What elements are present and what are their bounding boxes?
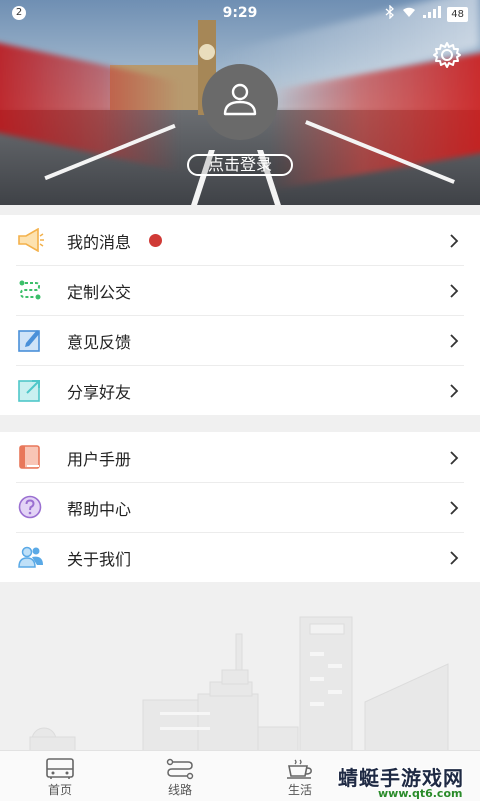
- menu-item-user-manual[interactable]: 用户手册: [0, 432, 480, 482]
- gear-icon: [432, 42, 462, 74]
- menu-item-label: 帮助中心: [67, 500, 132, 519]
- bus-icon: [46, 758, 74, 780]
- site-watermark: 蜻蜓手游戏网 www.qt6.com: [338, 762, 480, 800]
- settings-button[interactable]: [432, 40, 462, 70]
- tab-life[interactable]: 生活: [260, 751, 340, 801]
- city-skyline-illustration: [0, 582, 480, 753]
- menu-item-custom-bus[interactable]: 定制公交: [0, 265, 480, 315]
- menu-item-my-messages[interactable]: 我的消息: [0, 215, 480, 265]
- chevron-right-icon: [449, 500, 459, 519]
- menu-item-label: 定制公交: [67, 283, 132, 302]
- login-button[interactable]: 点击登录: [187, 154, 293, 176]
- tab-routes[interactable]: 线路: [140, 751, 220, 801]
- bluetooth-icon: [385, 4, 395, 23]
- tab-home[interactable]: 首页: [20, 751, 100, 801]
- chevron-right-icon: [449, 550, 459, 569]
- header-banner: 2 9:29 48 点击登录: [0, 0, 480, 205]
- route-icon: [18, 278, 42, 302]
- unread-dot: [149, 234, 162, 247]
- status-icons: 48: [385, 4, 468, 23]
- tab-label: 生活: [287, 783, 312, 797]
- battery-level: 48: [447, 6, 468, 22]
- help-question-icon: [18, 495, 42, 519]
- line-route-icon: [166, 758, 194, 780]
- tab-label: 线路: [167, 783, 192, 797]
- banner-clock-face: [199, 44, 215, 60]
- menu-item-about-us[interactable]: 关于我们: [0, 532, 480, 582]
- avatar[interactable]: [202, 64, 278, 140]
- menu-item-feedback[interactable]: 意见反馈: [0, 315, 480, 365]
- coffee-cup-icon: [286, 758, 314, 780]
- chevron-right-icon: [449, 233, 459, 252]
- megaphone-icon: [18, 227, 44, 253]
- menu-item-label: 关于我们: [67, 550, 132, 569]
- wifi-icon: [401, 6, 417, 22]
- chevron-right-icon: [449, 283, 459, 302]
- share-icon: [18, 378, 42, 402]
- tab-label: 首页: [47, 783, 72, 797]
- menu-item-share-friends[interactable]: 分享好友: [0, 365, 480, 415]
- menu-item-label: 意见反馈: [67, 333, 132, 352]
- watermark-url: www.qt6.com: [378, 787, 463, 800]
- menu-item-label: 我的消息: [67, 233, 132, 252]
- people-icon: [18, 545, 43, 569]
- chevron-right-icon: [449, 450, 459, 469]
- menu-item-help-center[interactable]: 帮助中心: [0, 482, 480, 532]
- chevron-right-icon: [449, 383, 459, 402]
- status-bar: 2 9:29 48: [0, 0, 480, 26]
- menu-group-primary: 我的消息 定制公交 意见反馈 分享好友: [0, 215, 480, 415]
- menu-group-secondary: 用户手册 帮助中心 关于我们: [0, 432, 480, 582]
- manual-book-icon: [18, 445, 42, 469]
- signal-icon: [423, 6, 442, 22]
- menu-item-label: 用户手册: [67, 450, 132, 469]
- feedback-edit-icon: [18, 328, 42, 352]
- user-avatar-icon: [223, 83, 257, 116]
- menu-item-label: 分享好友: [67, 383, 132, 402]
- chevron-right-icon: [449, 333, 459, 352]
